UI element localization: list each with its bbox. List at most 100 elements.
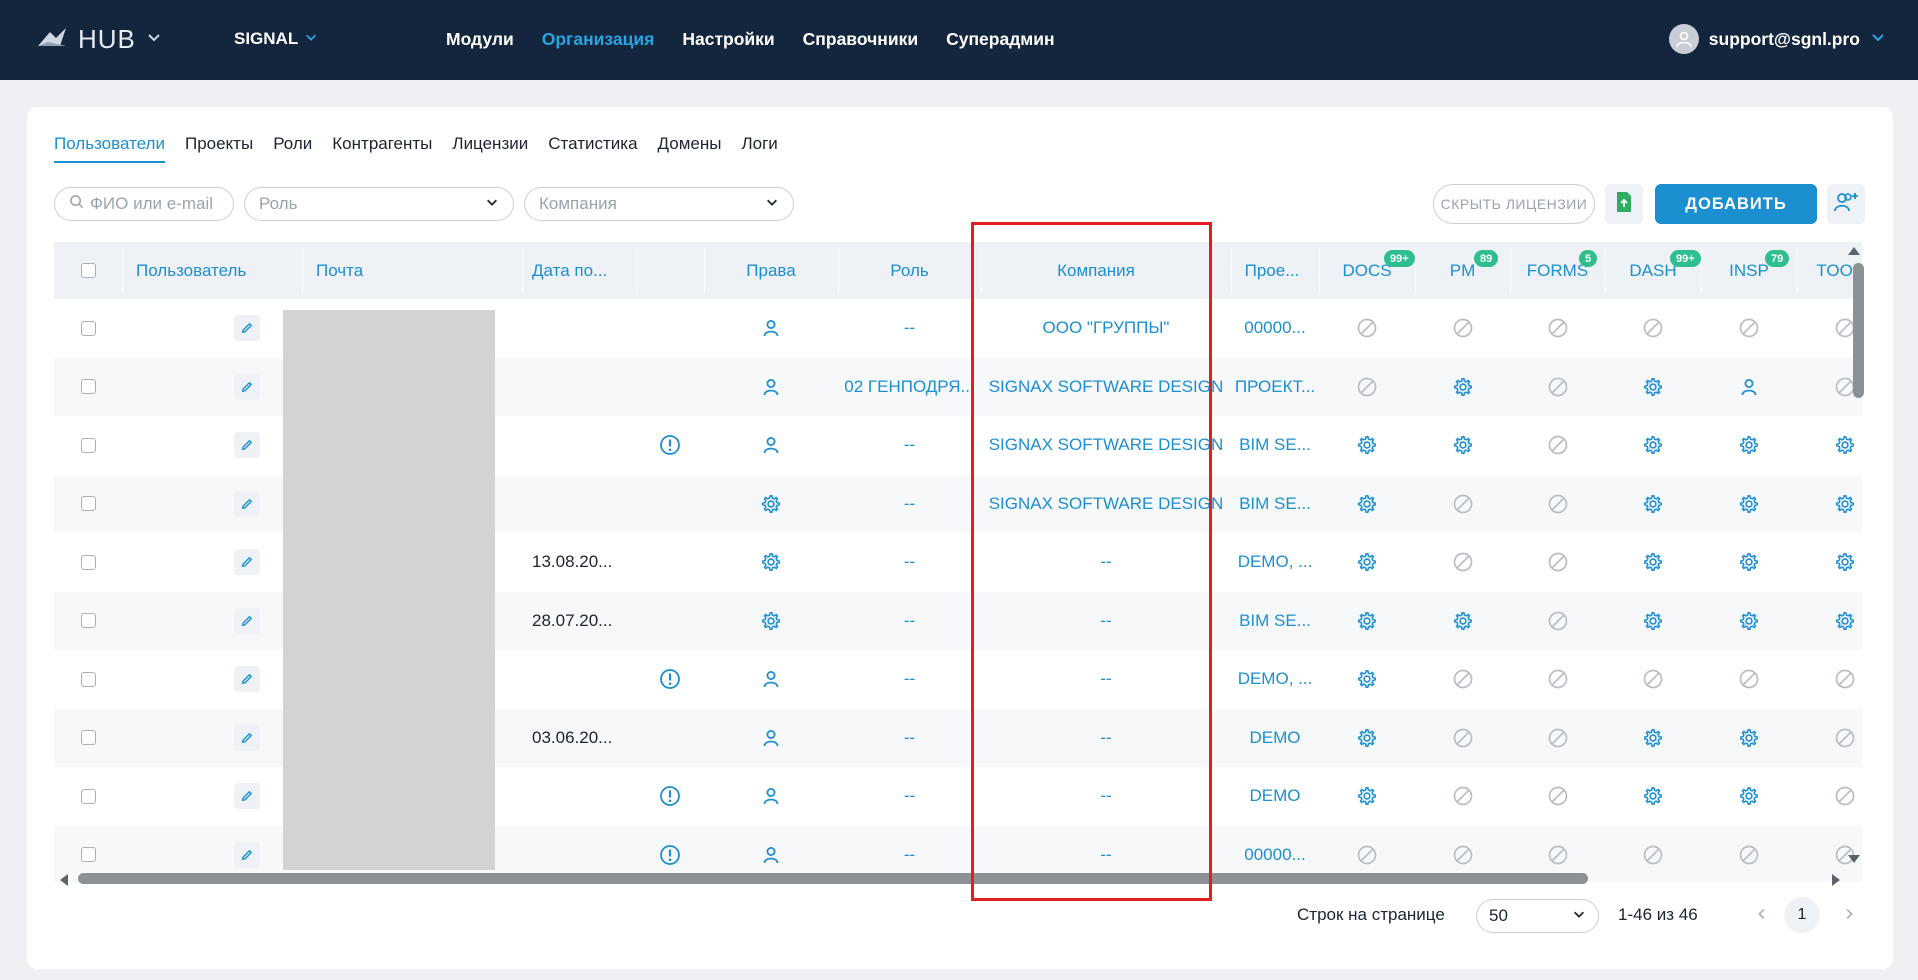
role-cell[interactable]: 02 ГЕНПОДРЯ... (838, 358, 981, 417)
rights-user-icon[interactable] (704, 709, 838, 768)
column-header-rights[interactable]: Права (704, 242, 838, 299)
edit-button[interactable] (234, 299, 264, 358)
row-checkbox[interactable] (54, 416, 122, 475)
rights-user-icon[interactable] (704, 416, 838, 475)
row-checkbox[interactable] (54, 533, 122, 592)
warning-icon[interactable] (636, 416, 704, 475)
tools-gear-icon[interactable] (1797, 533, 1862, 592)
role-cell[interactable]: -- (838, 650, 981, 709)
row-checkbox[interactable] (54, 475, 122, 534)
company-select[interactable]: Компания (524, 187, 794, 221)
projects-cell[interactable]: BIM SE... (1231, 592, 1319, 651)
docs-disabled-icon[interactable] (1319, 358, 1415, 417)
warning-icon[interactable] (636, 650, 704, 709)
role-cell[interactable]: -- (838, 416, 981, 475)
scroll-left-arrow[interactable] (60, 874, 68, 886)
tab-statistics[interactable]: Статистика (548, 134, 637, 163)
insp-disabled-icon[interactable] (1701, 299, 1797, 358)
rights-gear-icon[interactable] (704, 533, 838, 592)
user-menu[interactable]: support@sgnl.pro (1668, 24, 1886, 54)
edit-button[interactable] (234, 650, 264, 709)
tab-users[interactable]: Пользователи (54, 134, 165, 163)
rights-gear-icon[interactable] (704, 475, 838, 534)
pm-gear-icon[interactable] (1415, 592, 1511, 651)
horizontal-scrollbar[interactable] (78, 873, 1588, 884)
projects-cell[interactable]: ПРОЕКТ... (1231, 358, 1319, 417)
tools-disabled-icon[interactable] (1797, 767, 1862, 826)
search-input[interactable]: ФИО или e-mail (54, 187, 234, 221)
pm-disabled-icon[interactable] (1415, 767, 1511, 826)
rights-user-icon[interactable] (704, 358, 838, 417)
chevron-left-icon[interactable] (1755, 907, 1769, 926)
row-checkbox[interactable] (54, 767, 122, 826)
tab-domains[interactable]: Домены (658, 134, 722, 163)
pm-disabled-icon[interactable] (1415, 533, 1511, 592)
edit-button[interactable] (234, 592, 264, 651)
row-checkbox[interactable] (54, 592, 122, 651)
edit-button[interactable] (234, 767, 264, 826)
row-checkbox[interactable] (54, 709, 122, 768)
vertical-scrollbar[interactable] (1853, 263, 1864, 398)
app-switcher[interactable]: HUB (36, 24, 162, 55)
rights-user-icon[interactable] (704, 767, 838, 826)
docs-gear-icon[interactable] (1319, 650, 1415, 709)
docs-gear-icon[interactable] (1319, 592, 1415, 651)
add-user-button[interactable]: ДОБАВИТЬ (1655, 184, 1817, 224)
forms-disabled-icon[interactable] (1510, 709, 1606, 768)
dash-gear-icon[interactable] (1605, 709, 1701, 768)
rights-gear-icon[interactable] (704, 592, 838, 651)
forms-disabled-icon[interactable] (1510, 299, 1606, 358)
role-cell[interactable]: -- (838, 592, 981, 651)
edit-button[interactable] (234, 533, 264, 592)
dash-gear-icon[interactable] (1605, 416, 1701, 475)
pm-gear-icon[interactable] (1415, 358, 1511, 417)
insp-gear-icon[interactable] (1701, 416, 1797, 475)
row-checkbox[interactable] (54, 299, 122, 358)
nav-organization[interactable]: Организация (542, 29, 655, 50)
projects-cell[interactable]: 00000... (1231, 299, 1319, 358)
edit-button[interactable] (234, 358, 264, 417)
dash-disabled-icon[interactable] (1605, 299, 1701, 358)
page-number-button[interactable]: 1 (1784, 897, 1820, 933)
insp-gear-icon[interactable] (1701, 475, 1797, 534)
nav-modules[interactable]: Модули (446, 29, 514, 50)
pm-disabled-icon[interactable] (1415, 475, 1511, 534)
projects-cell[interactable]: DEMO, ... (1231, 650, 1319, 709)
forms-disabled-icon[interactable] (1510, 533, 1606, 592)
docs-gear-icon[interactable] (1319, 709, 1415, 768)
dash-gear-icon[interactable] (1605, 533, 1701, 592)
tools-gear-icon[interactable] (1797, 475, 1862, 534)
role-cell[interactable]: -- (838, 299, 981, 358)
tab-licenses[interactable]: Лицензии (452, 134, 528, 163)
role-cell[interactable]: -- (838, 767, 981, 826)
docs-disabled-icon[interactable] (1319, 299, 1415, 358)
tools-disabled-icon[interactable] (1797, 709, 1862, 768)
rows-per-page-select[interactable]: 50 (1476, 899, 1599, 933)
forms-disabled-icon[interactable] (1510, 767, 1606, 826)
pm-disabled-icon[interactable] (1415, 299, 1511, 358)
role-cell[interactable]: -- (838, 709, 981, 768)
workspace-selector[interactable]: SIGNAL (234, 29, 318, 49)
docs-gear-icon[interactable] (1319, 533, 1415, 592)
dash-gear-icon[interactable] (1605, 767, 1701, 826)
docs-gear-icon[interactable] (1319, 475, 1415, 534)
nav-superadmin[interactable]: Суперадмин (946, 29, 1054, 50)
tab-projects[interactable]: Проекты (185, 134, 253, 163)
projects-cell[interactable]: BIM SE... (1231, 416, 1319, 475)
forms-disabled-icon[interactable] (1510, 416, 1606, 475)
scroll-down-arrow[interactable] (1848, 855, 1860, 863)
column-header-projects[interactable]: Прое... (1231, 242, 1313, 299)
dash-disabled-icon[interactable] (1605, 650, 1701, 709)
insp-gear-icon[interactable] (1701, 533, 1797, 592)
nav-settings[interactable]: Настройки (682, 29, 774, 50)
tab-counterparties[interactable]: Контрагенты (332, 134, 432, 163)
scroll-right-arrow[interactable] (1832, 874, 1840, 886)
select-all-checkbox[interactable] (54, 242, 122, 299)
column-header-date[interactable]: Дата по... (532, 242, 632, 299)
role-cell[interactable]: -- (838, 533, 981, 592)
hide-licenses-button[interactable]: СКРЫТЬ ЛИЦЕНЗИИ (1433, 184, 1595, 224)
pm-gear-icon[interactable] (1415, 416, 1511, 475)
scroll-up-arrow[interactable] (1848, 247, 1860, 255)
nav-directories[interactable]: Справочники (803, 29, 918, 50)
dash-disabled-icon[interactable] (1605, 826, 1701, 883)
